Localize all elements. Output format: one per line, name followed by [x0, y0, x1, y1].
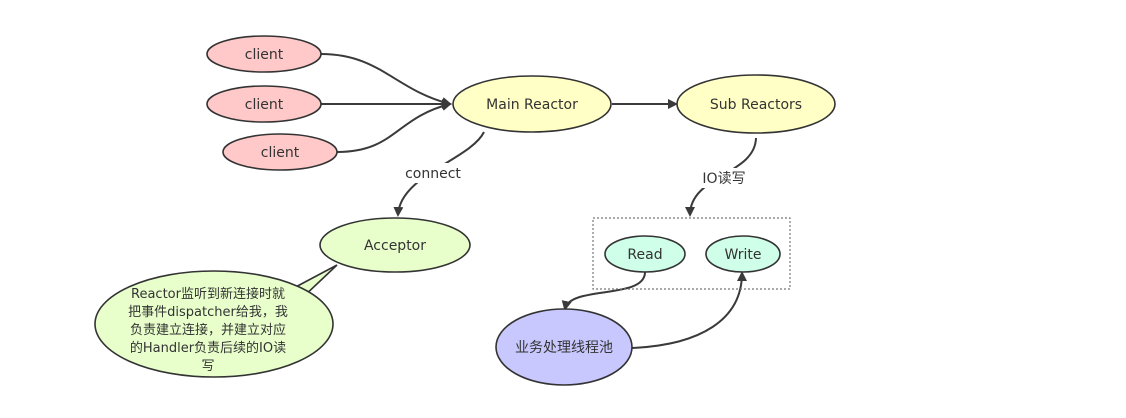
callout-line-2: 把事件dispatcher给我，我	[128, 305, 288, 320]
edge-client1-main	[320, 53, 452, 107]
sub-reactors-node[interactable]: Sub Reactors	[676, 74, 836, 134]
acceptor-node[interactable]: Acceptor	[319, 217, 471, 273]
client-node-3-label: client	[261, 145, 300, 161]
edge-label-io-rw: IO读写	[702, 170, 745, 187]
client-node-2[interactable]: client	[206, 85, 322, 123]
callout-line-5: 写	[201, 359, 214, 374]
callout-line-3: 负责建立连接，并建立对应	[130, 322, 286, 338]
thread-pool-label: 业务处理线程池	[515, 340, 613, 356]
write-node[interactable]: Write	[705, 235, 781, 273]
read-label: Read	[627, 247, 662, 263]
sub-reactors-label: Sub Reactors	[710, 97, 802, 113]
callout-line-4: 的Handler负责后续的IO读	[130, 340, 286, 356]
main-reactor-node[interactable]: Main Reactor	[452, 75, 612, 133]
client-node-1-label: client	[245, 47, 284, 63]
callout-line-1: Reactor监听到新连接时就	[131, 286, 285, 302]
main-reactor-label: Main Reactor	[486, 97, 578, 113]
write-label: Write	[725, 247, 762, 263]
client-node-2-label: client	[245, 97, 284, 113]
acceptor-label: Acceptor	[364, 238, 426, 254]
client-node-1[interactable]: client	[206, 35, 322, 73]
edge-client3-main	[336, 101, 452, 153]
read-node[interactable]: Read	[604, 235, 686, 273]
edge-threadpool-write	[631, 271, 747, 349]
reactor-diagram: connect IO读写 client client client Main R…	[94, 35, 836, 386]
thread-pool-node[interactable]: 业务处理线程池	[495, 308, 633, 386]
acceptor-callout: Reactor监听到新连接时就 把事件dispatcher给我，我 负责建立连接…	[94, 264, 338, 378]
edge-read-threadpool	[561, 271, 646, 311]
client-node-3[interactable]: client	[222, 133, 338, 171]
edge-label-connect: connect	[405, 166, 461, 182]
